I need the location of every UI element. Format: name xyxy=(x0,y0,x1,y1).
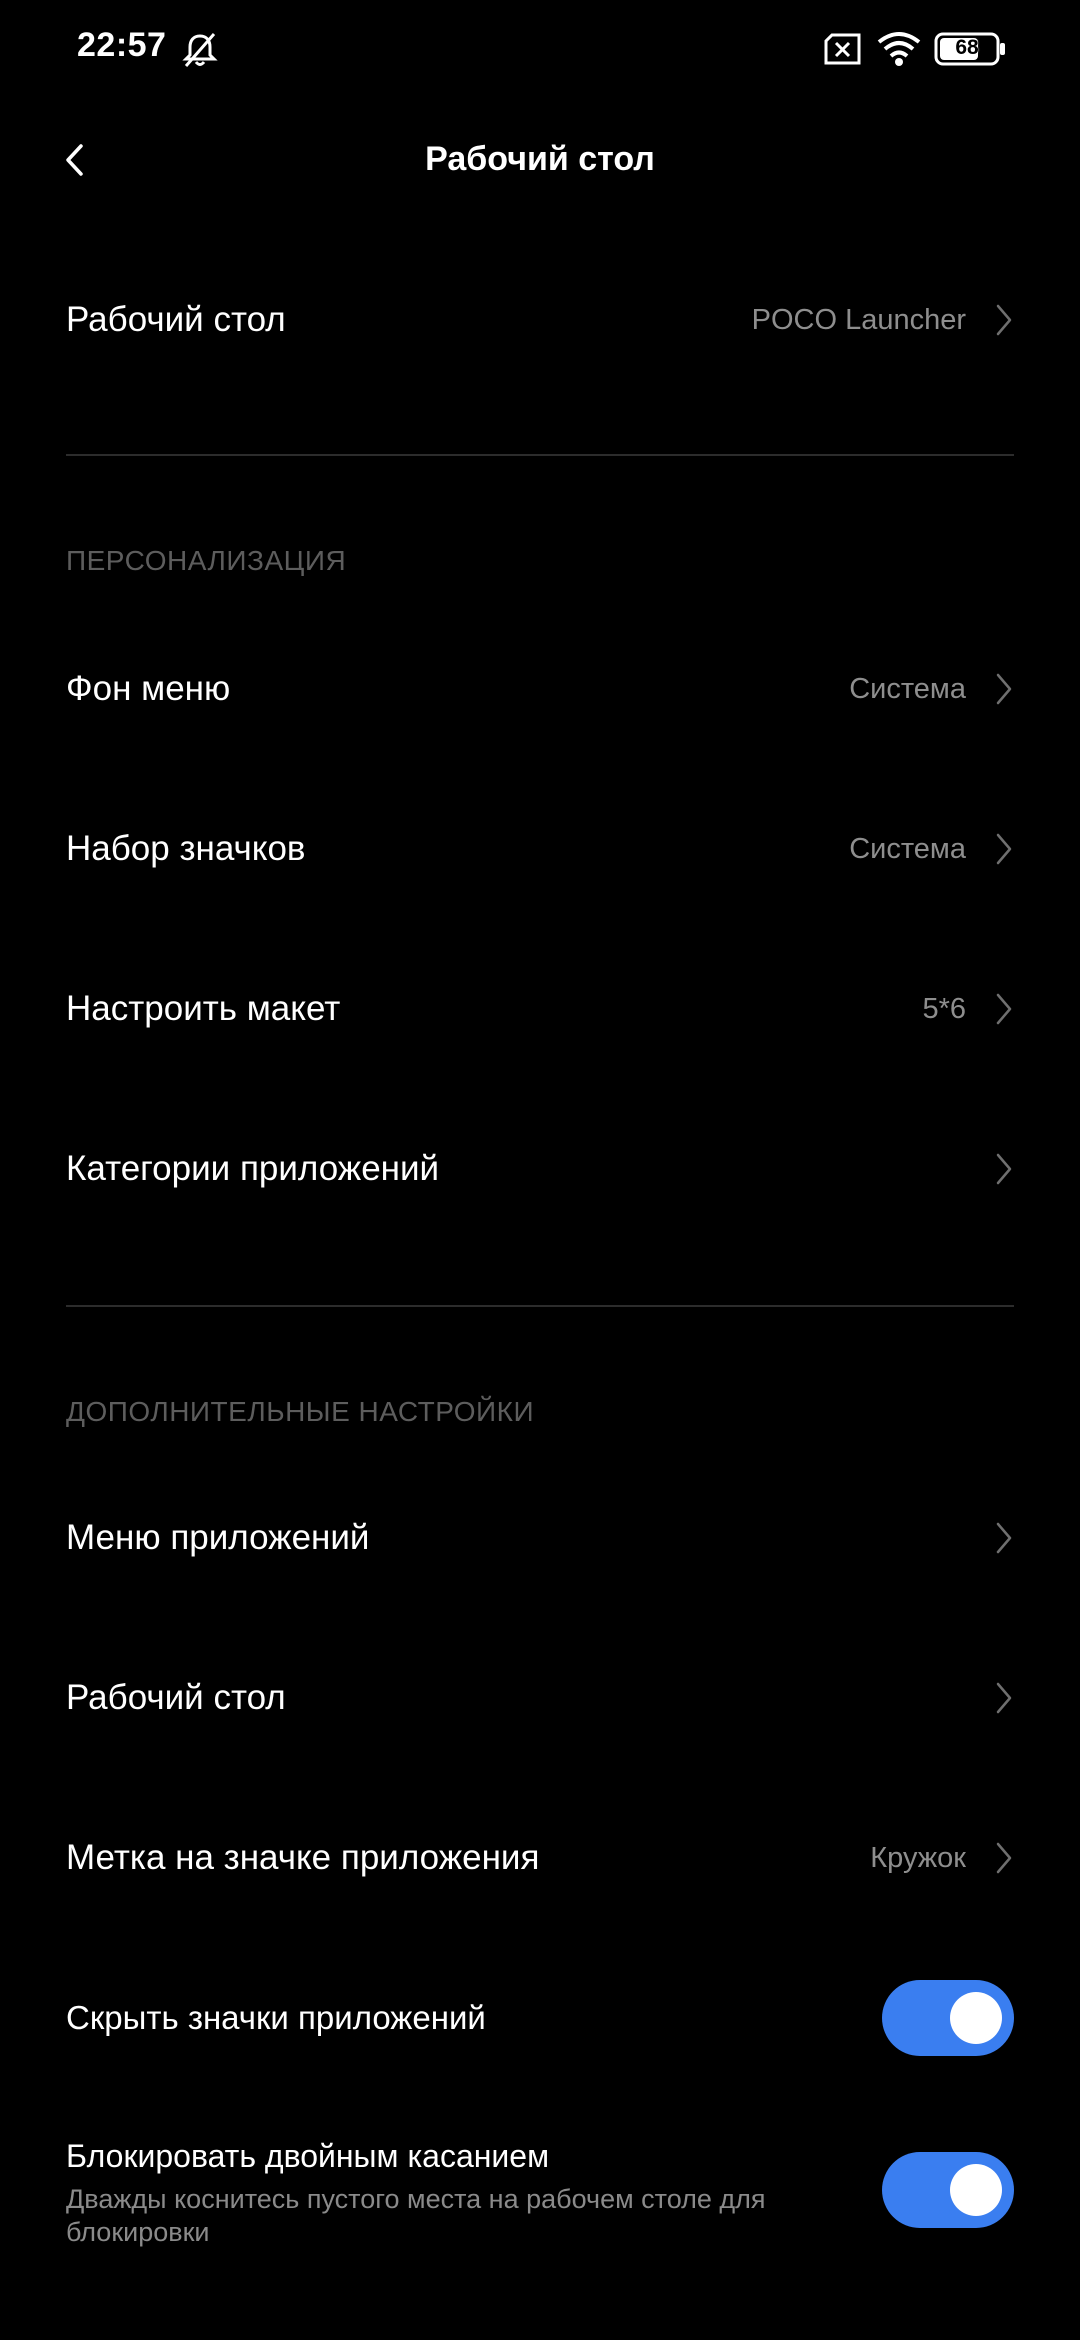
row-label: Рабочий стол xyxy=(66,1678,286,1717)
row-value: Система xyxy=(849,672,966,705)
chevron-right-icon xyxy=(996,673,1012,705)
chevron-right-icon xyxy=(996,833,1012,865)
row-app-categories[interactable]: Категории приложений xyxy=(66,1139,1014,1199)
row-label: Фон меню xyxy=(66,669,231,708)
row-label: Метка на значке приложения xyxy=(66,1838,540,1877)
wifi-icon xyxy=(876,30,922,73)
chevron-right-icon xyxy=(996,1842,1012,1874)
hide-app-icons-toggle[interactable] xyxy=(882,1980,1014,2056)
row-icon-pack[interactable]: Набор значков Система xyxy=(66,819,1014,879)
page-title: Рабочий стол xyxy=(425,140,655,178)
row-value: POCO Launcher xyxy=(751,303,966,336)
launcher-row[interactable]: Рабочий стол POCO Launcher xyxy=(66,290,1014,350)
row-label: Блокировать двойным касанием xyxy=(66,2138,550,2174)
row-hide-app-icons: Скрыть значки приложений xyxy=(66,1988,866,2048)
section-header-personalization: ПЕРСОНАЛИЗАЦИЯ xyxy=(66,545,347,576)
row-double-tap-lock: Блокировать двойным касанием Дважды косн… xyxy=(66,2138,846,2249)
chevron-right-icon xyxy=(996,1682,1012,1714)
row-label: Набор значков xyxy=(66,829,306,868)
toggle-knob xyxy=(950,2164,1002,2216)
divider xyxy=(66,1305,1014,1307)
chevron-right-icon xyxy=(996,993,1012,1025)
row-menu-background[interactable]: Фон меню Система xyxy=(66,659,1014,719)
row-home-screen[interactable]: Рабочий стол xyxy=(66,1668,1014,1728)
battery-icon: 68 xyxy=(934,32,1006,66)
chevron-right-icon xyxy=(996,1522,1012,1554)
status-time: 22:57 xyxy=(77,26,167,64)
row-app-badge[interactable]: Метка на значке приложения Кружок xyxy=(66,1828,1014,1888)
row-label: Меню приложений xyxy=(66,1518,370,1557)
sim-x-icon xyxy=(824,33,862,70)
double-tap-lock-toggle[interactable] xyxy=(882,2152,1014,2228)
chevron-right-icon xyxy=(996,1153,1012,1185)
chevron-right-icon xyxy=(996,304,1012,336)
row-label: Скрыть значки приложений xyxy=(66,1999,486,2036)
toggle-knob xyxy=(950,1992,1002,2044)
row-label: Рабочий стол xyxy=(66,300,286,339)
row-app-drawer[interactable]: Меню приложений xyxy=(66,1508,1014,1568)
divider xyxy=(66,454,1014,456)
row-layout[interactable]: Настроить макет 5*6 xyxy=(66,979,1014,1039)
row-value: Система xyxy=(849,832,966,865)
battery-level: 68 xyxy=(955,36,979,59)
header: Рабочий стол xyxy=(0,120,1080,200)
chevron-left-icon xyxy=(66,144,83,176)
row-value: Кружок xyxy=(870,1841,966,1874)
row-subtitle: Дважды коснитесь пустого места на рабоче… xyxy=(66,2184,766,2247)
row-label: Настроить макет xyxy=(66,989,341,1028)
bell-off-icon xyxy=(180,30,220,75)
back-button[interactable] xyxy=(50,132,100,188)
status-bar: 22:57 68 xyxy=(0,0,1080,100)
section-header-advanced: ДОПОЛНИТЕЛЬНЫЕ НАСТРОЙКИ xyxy=(66,1396,535,1427)
row-label: Категории приложений xyxy=(66,1149,440,1188)
row-value: 5*6 xyxy=(922,992,966,1025)
